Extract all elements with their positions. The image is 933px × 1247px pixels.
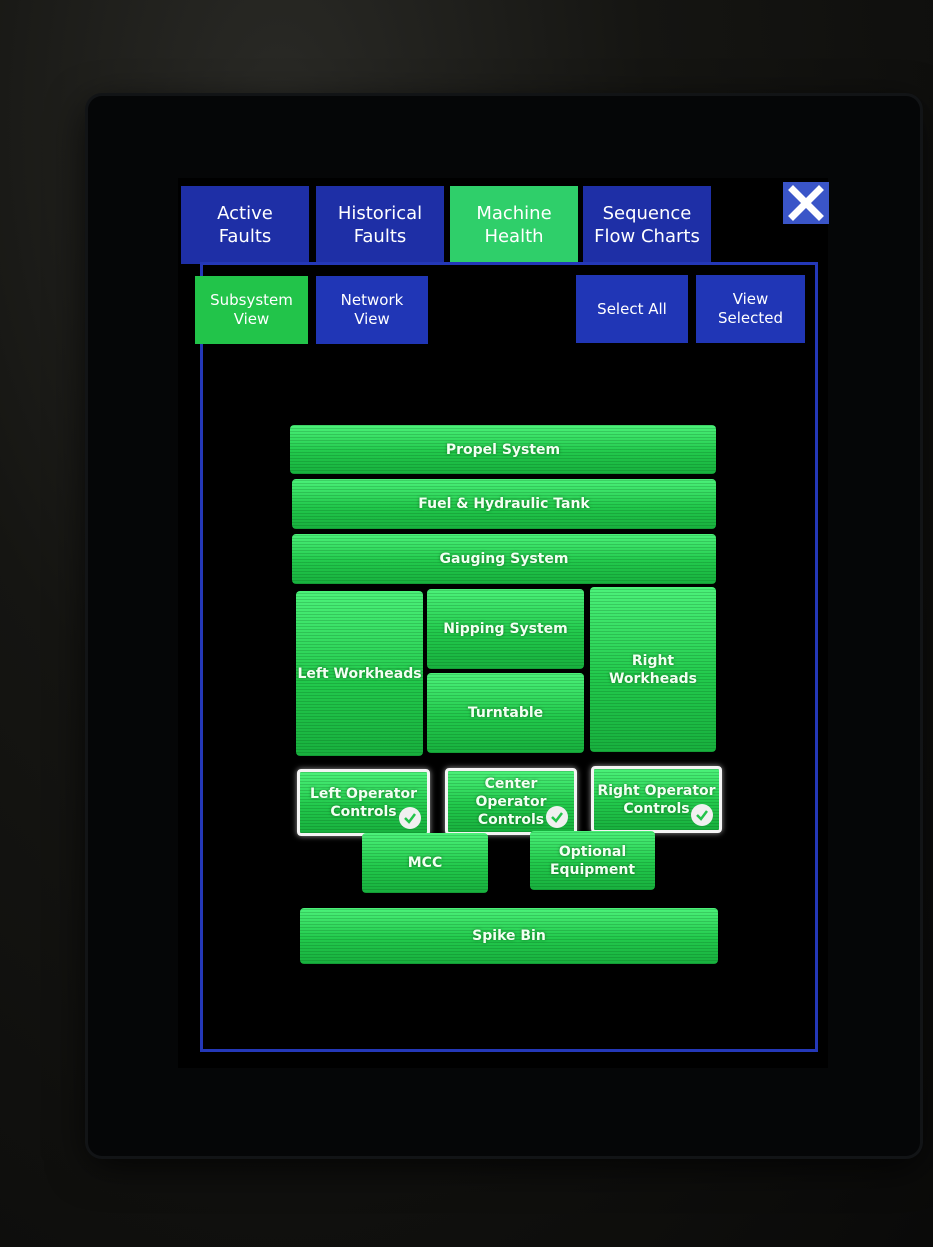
gauging-system-button[interactable]: Gauging System [292, 534, 716, 584]
view-selected-button[interactable]: View Selected [696, 275, 805, 343]
right-operator-controls-button[interactable]: Right Operator Controls [591, 766, 722, 833]
turntable-button[interactable]: Turntable [427, 673, 584, 753]
close-icon [788, 185, 824, 221]
checkmark-icon [399, 807, 421, 829]
tab-active-faults[interactable]: Active Faults [181, 186, 309, 264]
left-workheads-button[interactable]: Left Workheads [296, 591, 423, 756]
left-operator-controls-button[interactable]: Left Operator Controls [297, 769, 430, 836]
center-operator-controls-button[interactable]: Center Operator Controls [445, 768, 577, 835]
optional-equipment-button[interactable]: Optional Equipment [530, 831, 655, 890]
network-view-button[interactable]: Network View [316, 276, 428, 344]
checkmark-icon [546, 806, 568, 828]
select-all-button[interactable]: Select All [576, 275, 688, 343]
fuel-hydraulic-tank-button[interactable]: Fuel & Hydraulic Tank [292, 479, 716, 529]
propel-system-button[interactable]: Propel System [290, 425, 716, 474]
mcc-button[interactable]: MCC [362, 833, 488, 893]
subsystem-view-button[interactable]: Subsystem View [195, 276, 308, 344]
hmi-screen: Active Faults Historical Faults Machine … [178, 178, 829, 1068]
close-button[interactable] [783, 182, 829, 224]
tab-historical-faults[interactable]: Historical Faults [316, 186, 444, 264]
tab-machine-health[interactable]: Machine Health [450, 186, 578, 264]
center-operator-controls-label: Center Operator Controls [475, 775, 547, 828]
tab-sequence-flow-charts[interactable]: Sequence Flow Charts [583, 186, 711, 264]
right-workheads-button[interactable]: Right Workheads [590, 587, 716, 752]
spike-bin-button[interactable]: Spike Bin [300, 908, 718, 964]
nipping-system-button[interactable]: Nipping System [427, 589, 584, 669]
checkmark-icon [691, 804, 713, 826]
